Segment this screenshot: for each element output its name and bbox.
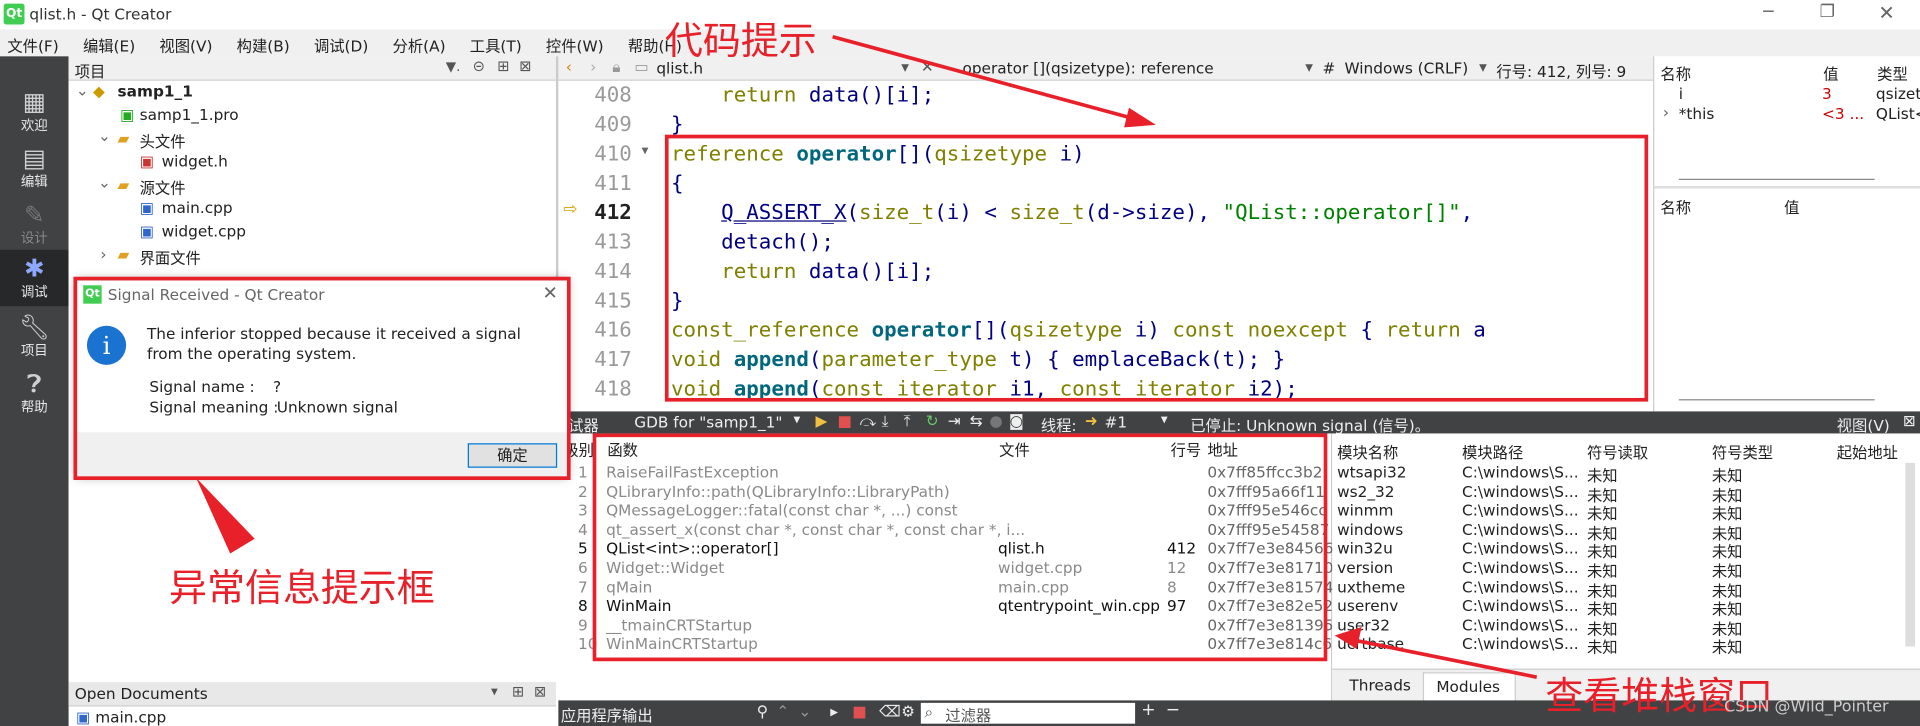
arrow-stack <box>1349 637 1538 679</box>
annotation-code-hint: 代码提示 <box>664 19 817 64</box>
arrow-dialog <box>195 477 255 554</box>
annotation-arrows <box>195 34 1538 679</box>
arrowhead-icon <box>1124 107 1156 128</box>
watermark: CSDN @Wild_Pointer <box>1724 697 1889 717</box>
arrowhead-icon <box>1334 626 1362 649</box>
arrow-code <box>832 34 1140 122</box>
annotation-exception-box: 异常信息提示框 <box>168 566 435 612</box>
